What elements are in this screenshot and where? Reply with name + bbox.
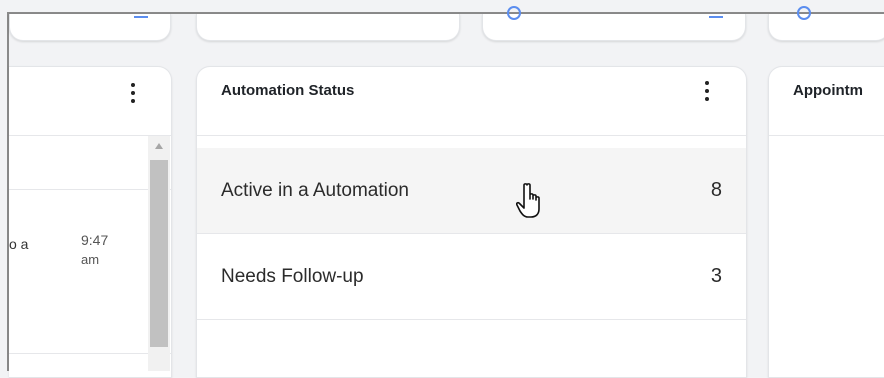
divider bbox=[197, 319, 746, 320]
scrollbar-thumb[interactable] bbox=[150, 160, 168, 347]
status-row-active[interactable]: Active in a Automation 8 bbox=[197, 148, 746, 233]
status-count: 3 bbox=[710, 265, 722, 287]
circle-icon bbox=[797, 6, 811, 20]
kebab-menu-icon[interactable] bbox=[705, 81, 709, 101]
list-item-time: 9:47 bbox=[81, 232, 109, 248]
automation-status-card: Automation Status Active in a Automation… bbox=[196, 66, 747, 378]
status-row-follow-up[interactable]: Needs Follow-up 3 bbox=[197, 234, 746, 319]
list-item-time-suffix: am bbox=[81, 252, 100, 267]
top-card-1[interactable] bbox=[9, 14, 171, 41]
divider bbox=[197, 135, 746, 136]
card-title: Appointm bbox=[793, 82, 863, 99]
divider bbox=[769, 135, 884, 136]
status-label: Active in a Automation bbox=[221, 179, 409, 201]
status-label: Needs Follow-up bbox=[221, 265, 364, 287]
top-card-4[interactable] bbox=[768, 6, 884, 41]
divider bbox=[9, 135, 171, 136]
list-item[interactable]: o a 9:47 am bbox=[9, 190, 149, 353]
card-title: Automation Status bbox=[221, 82, 355, 99]
list-item-text: o a bbox=[9, 236, 29, 252]
arrow-right-icon[interactable] bbox=[709, 14, 725, 22]
hand-pointer-cursor-icon bbox=[516, 183, 540, 218]
circle-icon bbox=[507, 6, 521, 20]
kebab-menu-icon[interactable] bbox=[131, 83, 135, 103]
arrow-right-icon[interactable] bbox=[134, 14, 150, 22]
appointments-card: Appointm bbox=[768, 66, 884, 378]
top-card-3[interactable] bbox=[482, 6, 746, 41]
divider bbox=[9, 353, 171, 354]
top-card-2[interactable] bbox=[196, 14, 460, 41]
status-count: 8 bbox=[710, 179, 722, 201]
scroll-up-arrow-icon[interactable] bbox=[155, 143, 163, 149]
